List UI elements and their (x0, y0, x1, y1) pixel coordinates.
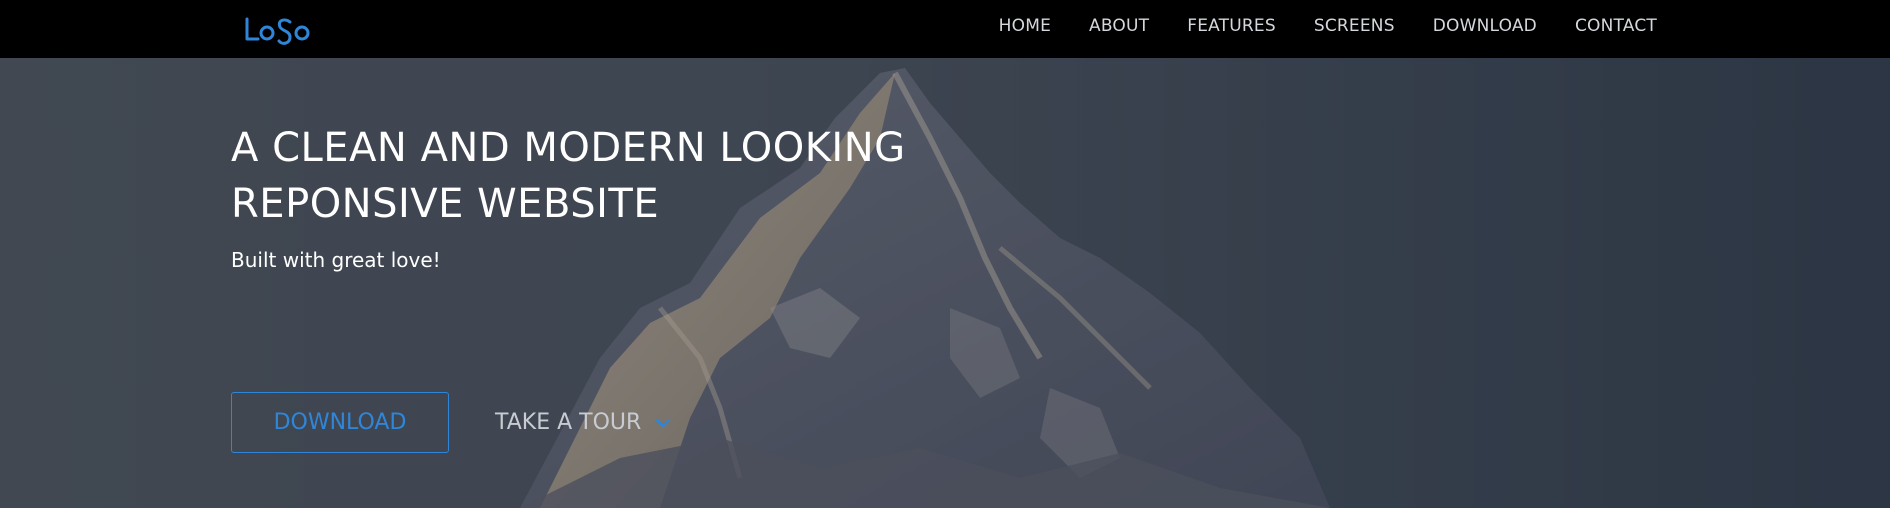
download-button[interactable]: DOWNLOAD (231, 392, 449, 453)
nav-item-screens[interactable]: SCREENS (1314, 16, 1395, 36)
nav-item-contact[interactable]: CONTACT (1575, 16, 1657, 36)
nav-item-download[interactable]: DOWNLOAD (1433, 16, 1537, 36)
hero-subtitle: Built with great love! (231, 248, 441, 272)
hero-title-line-2: REPONSIVE WEBSITE (231, 181, 660, 227)
main-nav: HOME ABOUT FEATURES SCREENS DOWNLOAD CON… (999, 0, 1657, 52)
nav-item-about[interactable]: ABOUT (1089, 16, 1149, 36)
download-button-label: DOWNLOAD (273, 410, 407, 435)
navbar: HOME ABOUT FEATURES SCREENS DOWNLOAD CON… (0, 0, 1890, 58)
hero-section: A CLEAN AND MODERN LOOKING REPONSIVE WEB… (0, 58, 1890, 508)
take-a-tour-label: TAKE A TOUR (495, 410, 642, 435)
hero-title: A CLEAN AND MODERN LOOKING REPONSIVE WEB… (231, 120, 1031, 232)
loso-logo-icon (245, 17, 310, 45)
nav-item-features[interactable]: FEATURES (1187, 16, 1276, 36)
hero-title-line-1: A CLEAN AND MODERN LOOKING (231, 125, 906, 171)
take-a-tour-link[interactable]: TAKE A TOUR (495, 392, 671, 453)
chevron-down-icon (655, 417, 671, 429)
nav-item-home[interactable]: HOME (999, 16, 1051, 36)
site-logo[interactable] (244, 14, 314, 46)
